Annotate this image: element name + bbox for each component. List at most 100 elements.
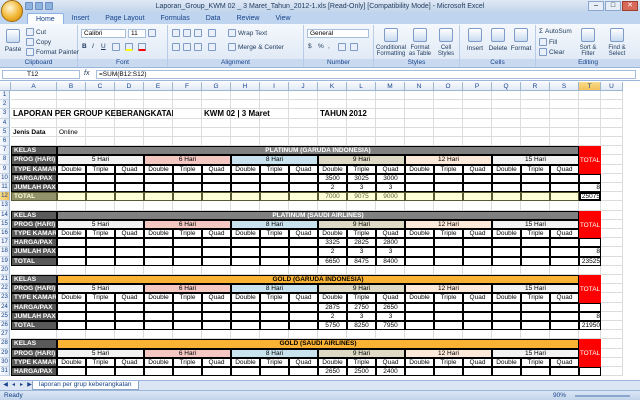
- room-type-header[interactable]: Quad: [115, 164, 144, 174]
- row-label-harga[interactable]: HARGA/PAX: [11, 302, 57, 312]
- room-type-header[interactable]: Triple: [347, 229, 376, 239]
- room-type-header[interactable]: Quad: [115, 293, 144, 303]
- value-jumlah[interactable]: 3: [347, 183, 376, 192]
- name-box[interactable]: T12: [2, 70, 80, 79]
- data-cell[interactable]: [463, 192, 492, 202]
- minimize-button[interactable]: –: [588, 1, 604, 11]
- value-jumlah[interactable]: 2: [318, 247, 347, 256]
- row-header[interactable]: 7: [0, 146, 10, 156]
- data-cell[interactable]: [550, 256, 579, 266]
- row-header[interactable]: 14: [0, 210, 10, 220]
- prog-day-header[interactable]: 6 Hari: [144, 155, 231, 165]
- prog-day-header[interactable]: 6 Hari: [144, 348, 231, 358]
- prog-day-header[interactable]: 5 Hari: [57, 284, 144, 294]
- sort-filter-button[interactable]: Sort & Filter: [576, 28, 600, 57]
- room-type-header[interactable]: Double: [144, 229, 173, 239]
- data-cell[interactable]: [173, 173, 202, 183]
- room-type-header[interactable]: Triple: [173, 357, 202, 367]
- room-type-header[interactable]: Double: [318, 164, 347, 174]
- row-header[interactable]: 11: [0, 183, 10, 193]
- column-header[interactable]: T: [579, 82, 601, 91]
- data-cell[interactable]: [202, 247, 231, 257]
- room-type-header[interactable]: Quad: [202, 293, 231, 303]
- room-type-header[interactable]: Triple: [260, 293, 289, 303]
- data-cell[interactable]: [260, 321, 289, 331]
- data-cell[interactable]: [86, 367, 115, 377]
- cut-button[interactable]: Cut: [26, 28, 46, 36]
- number-format-combo[interactable]: General: [307, 29, 369, 38]
- prog-day-header[interactable]: 5 Hari: [57, 155, 144, 165]
- data-cell[interactable]: [144, 192, 173, 202]
- data-cell[interactable]: [57, 192, 86, 202]
- data-cell[interactable]: [434, 256, 463, 266]
- align-left-button[interactable]: [172, 43, 180, 51]
- row-header[interactable]: 19: [0, 256, 10, 266]
- data-cell[interactable]: [492, 247, 521, 257]
- data-cell[interactable]: [260, 302, 289, 312]
- grand-total-value[interactable]: 23525: [579, 257, 601, 266]
- percent-button[interactable]: %: [318, 43, 324, 50]
- room-type-header[interactable]: Quad: [463, 293, 492, 303]
- decrease-decimal-button[interactable]: [350, 43, 358, 51]
- room-type-header[interactable]: Triple: [434, 229, 463, 239]
- data-cell[interactable]: [202, 311, 231, 321]
- data-cell[interactable]: [115, 256, 144, 266]
- data-cell[interactable]: [260, 183, 289, 193]
- column-header[interactable]: A: [11, 82, 57, 91]
- data-cell[interactable]: [405, 367, 434, 377]
- prog-day-header[interactable]: 6 Hari: [144, 219, 231, 229]
- data-cell[interactable]: [231, 367, 260, 377]
- value-harga[interactable]: 2650: [376, 303, 405, 312]
- data-cell[interactable]: [202, 183, 231, 193]
- data-cell[interactable]: [289, 238, 318, 248]
- row-label-kelas[interactable]: KELAS: [11, 275, 57, 285]
- room-type-header[interactable]: Triple: [86, 229, 115, 239]
- row-header[interactable]: 29: [0, 348, 10, 358]
- room-type-header[interactable]: Double: [405, 293, 434, 303]
- value-jumlah[interactable]: 3: [347, 247, 376, 256]
- grand-cell[interactable]: [579, 238, 601, 248]
- column-header[interactable]: H: [231, 82, 260, 91]
- fill-color-button[interactable]: [125, 43, 133, 51]
- data-cell[interactable]: [86, 321, 115, 331]
- data-cell[interactable]: [405, 247, 434, 257]
- data-cell[interactable]: [289, 367, 318, 377]
- conditional-formatting-button[interactable]: Conditional Formatting: [376, 28, 406, 57]
- row-header[interactable]: 25: [0, 311, 10, 321]
- prog-day-header[interactable]: 9 Hari: [318, 284, 405, 294]
- autosum-button[interactable]: Σ AutoSum: [539, 28, 572, 35]
- row-label-total[interactable]: TOTAL: [11, 192, 57, 202]
- room-type-header[interactable]: Double: [57, 229, 86, 239]
- value-harga[interactable]: 3500: [318, 174, 347, 183]
- grand-cell[interactable]: [579, 367, 601, 377]
- data-cell[interactable]: [144, 321, 173, 331]
- data-cell[interactable]: [86, 302, 115, 312]
- data-cell[interactable]: [173, 183, 202, 193]
- data-cell[interactable]: [550, 302, 579, 312]
- row-label-total[interactable]: TOTAL: [11, 256, 57, 266]
- column-header[interactable]: I: [260, 82, 289, 91]
- data-cell[interactable]: [289, 302, 318, 312]
- column-header[interactable]: B: [57, 82, 86, 91]
- grand-total-header[interactable]: TOTAL: [579, 157, 601, 174]
- indent-button[interactable]: [208, 43, 216, 51]
- grand-cell[interactable]: [579, 302, 601, 312]
- data-cell[interactable]: [173, 247, 202, 257]
- data-cell[interactable]: [463, 247, 492, 257]
- value-jumlah[interactable]: 2: [318, 183, 347, 192]
- room-type-header[interactable]: Quad: [376, 293, 405, 303]
- paste-button[interactable]: Paste: [3, 29, 23, 53]
- prog-day-header[interactable]: 5 Hari: [57, 348, 144, 358]
- row-label-kelas[interactable]: KELAS: [11, 146, 57, 156]
- room-type-header[interactable]: Triple: [86, 164, 115, 174]
- room-type-header[interactable]: Double: [492, 293, 521, 303]
- value-harga[interactable]: 2875: [318, 303, 347, 312]
- room-type-header[interactable]: Quad: [376, 357, 405, 367]
- row-label-kelas[interactable]: KELAS: [11, 210, 57, 220]
- room-type-header[interactable]: Double: [492, 229, 521, 239]
- data-cell[interactable]: [550, 311, 579, 321]
- data-cell[interactable]: [173, 302, 202, 312]
- prog-day-header[interactable]: 12 Hari: [405, 219, 492, 229]
- row-header[interactable]: 20: [0, 265, 10, 275]
- grand-total-header[interactable]: TOTAL: [579, 286, 601, 303]
